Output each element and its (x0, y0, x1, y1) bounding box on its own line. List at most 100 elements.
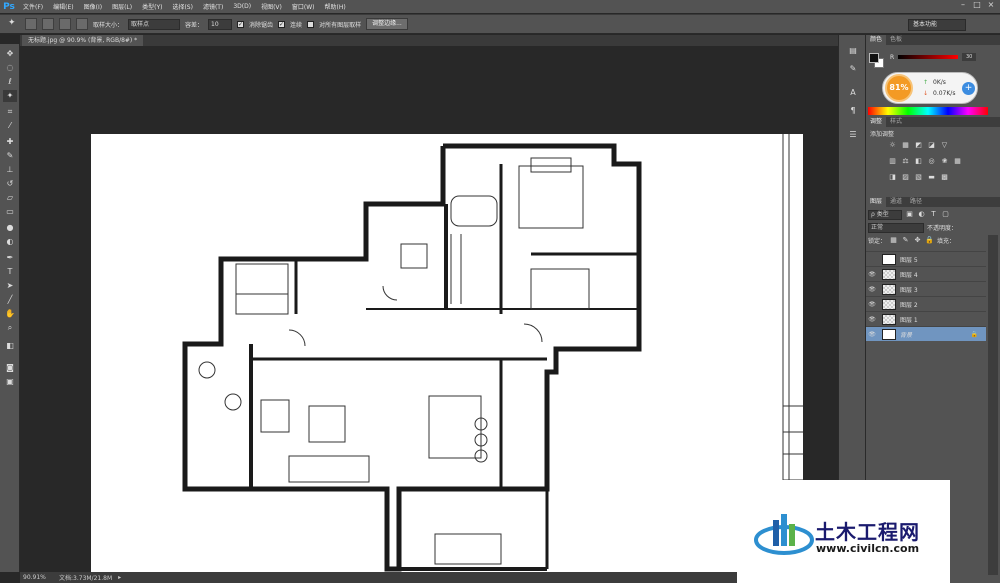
menu-3d[interactable]: 3D(D) (228, 3, 256, 10)
layer-row-background[interactable]: 👁 背景 🔒 (866, 326, 986, 341)
healing-brush-icon[interactable]: ✚ (3, 136, 17, 148)
zoom-tool-icon[interactable]: ⌕ (3, 322, 17, 334)
layer-row[interactable]: 👁 图层 4 (866, 266, 986, 281)
history-panel-icon[interactable]: ▤ (847, 45, 859, 57)
layer-row[interactable]: 👁 图层 1 (866, 311, 986, 326)
dodge-tool-icon[interactable]: ◐ (3, 236, 17, 248)
brightness-icon[interactable]: ☼ (888, 141, 897, 150)
workspace-select[interactable]: 基本功能 (908, 19, 966, 31)
selective-color-icon[interactable]: ▩ (940, 173, 949, 182)
visibility-eye-icon[interactable]: 👁 (866, 271, 878, 278)
color-balance-icon[interactable]: ⚖ (901, 157, 910, 166)
exposure-icon[interactable]: ◪ (927, 141, 936, 150)
canvas-area[interactable] (20, 46, 838, 575)
marquee-tool-icon[interactable]: ◌ (3, 62, 17, 74)
black-white-icon[interactable]: ◧ (914, 157, 923, 166)
type-tool-icon[interactable]: T (3, 266, 17, 278)
add-selection-icon[interactable] (42, 18, 54, 30)
sample-all-checkbox[interactable] (307, 20, 315, 28)
tab-channels[interactable]: 通道 (886, 197, 906, 207)
speed-plus-button[interactable]: + (962, 82, 975, 95)
path-selection-icon[interactable]: ➤ (3, 280, 17, 292)
contiguous-checkbox[interactable]: ✓ (278, 20, 286, 28)
history-brush-icon[interactable]: ↺ (3, 178, 17, 190)
menu-filter[interactable]: 滤镜(T) (198, 2, 228, 11)
filter-adjust-icon[interactable]: ◐ (917, 210, 926, 219)
screen-mode-icon[interactable]: ▣ (3, 376, 17, 388)
paragraph-panel-icon[interactable]: ¶ (847, 105, 859, 117)
invert-icon[interactable]: ◨ (888, 173, 897, 182)
lock-all-icon[interactable]: 🔒 (925, 236, 934, 245)
document-canvas[interactable] (91, 134, 803, 575)
panel-scrollbar[interactable] (988, 235, 998, 575)
brush-tool-icon[interactable]: ✎ (3, 150, 17, 162)
line-tool-icon[interactable]: ╱ (3, 294, 17, 306)
menu-type[interactable]: 类型(Y) (137, 2, 167, 11)
eyedropper-tool-icon[interactable]: ⁄ (3, 120, 17, 132)
move-tool-icon[interactable]: ✥ (3, 48, 17, 60)
close-button[interactable]: × (986, 0, 996, 10)
pen-tool-icon[interactable]: ✒ (3, 252, 17, 264)
refine-edge-button[interactable]: 调整边缘... (366, 18, 408, 30)
lasso-tool-icon[interactable]: ℓ (3, 76, 17, 88)
status-menu-arrow-icon[interactable]: ▸ (118, 574, 121, 581)
blend-mode-select[interactable]: 正常 (868, 222, 924, 233)
menu-window[interactable]: 窗口(W) (287, 2, 320, 11)
menu-file[interactable]: 文件(F) (18, 2, 48, 11)
clone-stamp-icon[interactable]: ⊥ (3, 164, 17, 176)
crop-tool-icon[interactable]: ⌗ (3, 106, 17, 118)
menu-edit[interactable]: 编辑(E) (48, 2, 78, 11)
tab-layers[interactable]: 图层 (866, 197, 887, 207)
threshold-icon[interactable]: ▧ (914, 173, 923, 182)
subtract-selection-icon[interactable] (59, 18, 71, 30)
magic-wand-icon[interactable]: ✦ (3, 90, 17, 102)
tab-color[interactable]: 颜色 (866, 35, 887, 45)
posterize-icon[interactable]: ▨ (901, 173, 910, 182)
layer-row[interactable]: 👁 图层 3 (866, 281, 986, 296)
tab-adjustments[interactable]: 调整 (866, 117, 887, 127)
antialias-checkbox[interactable]: ✓ (237, 20, 245, 28)
zoom-level[interactable]: 90.91% (23, 574, 53, 581)
magic-wand-tool-icon[interactable]: ✦ (8, 18, 20, 30)
vibrance-icon[interactable]: ▽ (940, 141, 949, 150)
hue-saturation-icon[interactable]: ▥ (888, 157, 897, 166)
visibility-eye-icon[interactable]: 👁 (866, 316, 878, 323)
sample-size-select[interactable]: 取样点 (128, 18, 181, 30)
tab-styles[interactable]: 样式 (886, 117, 906, 127)
menu-image[interactable]: 图像(I) (79, 2, 107, 11)
layer-row[interactable]: 图层 5 (866, 251, 986, 266)
gradient-tool-icon[interactable]: ▭ (3, 206, 17, 218)
tab-swatches[interactable]: 色板 (886, 35, 906, 45)
foreground-color-swatch[interactable] (869, 53, 879, 63)
color-r-slider[interactable] (898, 55, 959, 59)
quick-mask-icon[interactable]: ◙ (3, 362, 17, 374)
lock-position-icon[interactable]: ✥ (913, 236, 922, 245)
color-r-value[interactable]: 30 (962, 53, 977, 61)
menu-help[interactable]: 帮助(H) (320, 2, 351, 11)
levels-icon[interactable]: ▦ (901, 141, 910, 150)
visibility-eye-icon[interactable]: 👁 (866, 331, 878, 338)
tolerance-input[interactable]: 10 (208, 18, 233, 30)
color-swatches-icon[interactable]: ◧ (3, 340, 17, 352)
character-panel-icon[interactable]: A (847, 87, 859, 99)
color-lookup-icon[interactable]: ▦ (953, 157, 962, 166)
layer-row[interactable]: 👁 图层 2 (866, 296, 986, 311)
visibility-eye-icon[interactable]: 👁 (866, 286, 878, 293)
hand-tool-icon[interactable]: ✋ (3, 308, 17, 320)
color-spectrum[interactable] (868, 107, 988, 115)
curves-icon[interactable]: ◩ (914, 141, 923, 150)
filter-pixel-icon[interactable]: ▣ (905, 210, 914, 219)
menu-select[interactable]: 选择(S) (167, 2, 198, 11)
lock-pixels-icon[interactable]: ▦ (889, 236, 898, 245)
tab-paths[interactable]: 路径 (906, 197, 926, 207)
menu-view[interactable]: 视图(V) (256, 2, 287, 11)
photo-filter-icon[interactable]: ◎ (927, 157, 936, 166)
lock-brush-icon[interactable]: ✎ (901, 236, 910, 245)
channel-mixer-icon[interactable]: ❀ (940, 157, 949, 166)
brush-panel-icon[interactable]: ✎ (847, 63, 859, 75)
document-tab[interactable]: 无标题.jpg @ 90.9% (背景, RGB/8#) * (22, 35, 144, 46)
eraser-tool-icon[interactable]: ▱ (3, 192, 17, 204)
new-selection-icon[interactable] (25, 18, 37, 30)
minimize-button[interactable]: – (958, 0, 968, 10)
visibility-eye-icon[interactable]: 👁 (866, 301, 878, 308)
